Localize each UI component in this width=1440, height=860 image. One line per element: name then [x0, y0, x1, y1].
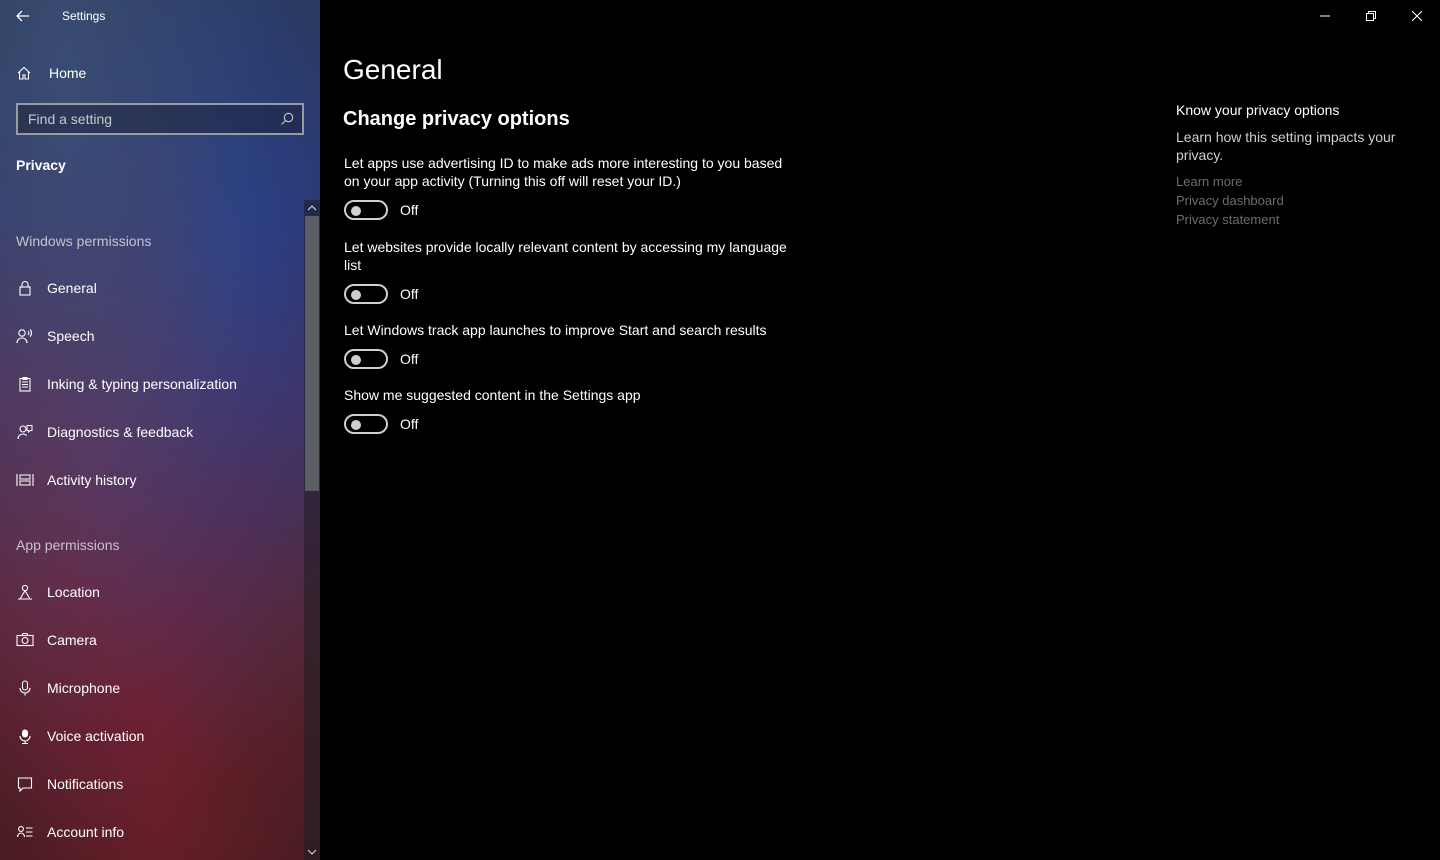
timeline-icon [16, 471, 34, 489]
account-info-icon [16, 823, 34, 841]
sidebar-item-speech[interactable]: Speech [0, 316, 304, 356]
sidebar-item-home[interactable]: Home [0, 56, 304, 90]
home-icon [17, 66, 31, 80]
setting-suggested-content: Show me suggested content in the Setting… [344, 386, 794, 434]
sidebar-item-camera[interactable]: Camera [0, 620, 304, 660]
setting-description: Let Windows track app launches to improv… [344, 322, 767, 338]
sidebar-item-diagnostics-feedback[interactable]: Diagnostics & feedback [0, 412, 304, 452]
sidebar-item-label: Voice activation [47, 728, 145, 744]
back-button[interactable] [0, 0, 46, 32]
learn-more-link[interactable]: Learn more [1176, 174, 1416, 190]
sidebar-item-label: Diagnostics & feedback [47, 424, 194, 440]
page-title: General [343, 54, 443, 85]
title-bar: Settings [0, 0, 320, 32]
aside-description: Learn how this setting impacts your priv… [1176, 129, 1396, 163]
app-title: Settings [62, 9, 106, 23]
sidebar-item-label: Microphone [47, 680, 121, 696]
aside-links: Learn more Privacy dashboard Privacy sta… [1176, 174, 1416, 228]
language-list-toggle[interactable] [344, 284, 388, 304]
sidebar-item-label: Activity history [47, 472, 137, 488]
section-title-privacy: Privacy [16, 157, 66, 173]
group-header-app-permissions: App permissions [16, 537, 120, 553]
chevron-up-icon [307, 205, 317, 211]
sidebar-item-activity-history[interactable]: Activity history [0, 460, 304, 500]
sidebar-item-label: Speech [47, 328, 95, 344]
home-label: Home [49, 65, 87, 81]
group-header-windows-permissions: Windows permissions [16, 233, 152, 249]
toggle-state-label: Off [400, 202, 419, 218]
minimize-button[interactable] [1302, 0, 1348, 32]
chevron-down-icon [307, 849, 317, 855]
sidebar-item-location[interactable]: Location [0, 572, 304, 612]
toggle-state-label: Off [400, 286, 419, 302]
notification-icon [16, 775, 34, 793]
toggle-knob [351, 420, 361, 430]
sidebar-item-inking-typing[interactable]: Inking & typing personalization [0, 364, 304, 404]
sidebar-item-general[interactable]: General [0, 268, 304, 308]
sidebar-scrollbar[interactable] [304, 200, 320, 860]
window-controls [1302, 0, 1440, 32]
search-icon[interactable] [280, 112, 294, 126]
scroll-thumb[interactable] [305, 216, 319, 491]
scroll-down-button[interactable] [304, 844, 320, 860]
section-subtitle: Change privacy options [343, 108, 570, 130]
lock-icon [16, 279, 34, 297]
sidebar-item-label: Account info [47, 824, 125, 840]
aside-title: Know your privacy options [1176, 102, 1340, 118]
toggle-knob [351, 206, 361, 216]
setting-track-app-launches: Let Windows track app launches to improv… [344, 321, 794, 369]
sidebar-item-label: Camera [47, 632, 97, 648]
camera-icon [16, 631, 34, 649]
advertising-id-toggle[interactable] [344, 200, 388, 220]
suggested-content-toggle[interactable] [344, 414, 388, 434]
voice-activation-icon [16, 727, 34, 745]
privacy-statement-link[interactable]: Privacy statement [1176, 212, 1416, 228]
setting-description: Let websites provide locally relevant co… [344, 239, 787, 273]
scroll-up-button[interactable] [304, 200, 320, 216]
close-icon [1412, 11, 1422, 21]
search-box[interactable] [16, 103, 304, 135]
sidebar: Settings Home Privacy Windows permission… [0, 0, 320, 860]
sidebar-item-label: Location [47, 584, 100, 600]
back-arrow-icon [16, 10, 29, 22]
track-app-launches-toggle[interactable] [344, 349, 388, 369]
setting-description: Show me suggested content in the Setting… [344, 387, 641, 403]
toggle-knob [351, 355, 361, 365]
toggle-knob [351, 290, 361, 300]
privacy-dashboard-link[interactable]: Privacy dashboard [1176, 193, 1416, 209]
close-button[interactable] [1394, 0, 1440, 32]
location-icon [16, 583, 34, 601]
minimize-icon [1320, 15, 1330, 17]
sidebar-item-label: Inking & typing personalization [47, 376, 237, 392]
search-input[interactable] [28, 111, 268, 127]
restore-icon [1366, 11, 1376, 21]
sidebar-item-notifications[interactable]: Notifications [0, 764, 304, 804]
speech-icon [16, 327, 34, 345]
setting-language-list: Let websites provide locally relevant co… [344, 238, 794, 304]
sidebar-item-voice-activation[interactable]: Voice activation [0, 716, 304, 756]
clipboard-icon [16, 375, 34, 393]
restore-button[interactable] [1348, 0, 1394, 32]
feedback-icon [16, 423, 34, 441]
setting-advertising-id: Let apps use advertising ID to make ads … [344, 154, 794, 220]
toggle-state-label: Off [400, 416, 419, 432]
microphone-icon [16, 679, 34, 697]
privacy-options-panel: Know your privacy options Learn how this… [1176, 102, 1416, 228]
toggle-state-label: Off [400, 351, 419, 367]
sidebar-item-label: Notifications [47, 776, 124, 792]
sidebar-item-label: General [47, 280, 97, 296]
sidebar-item-microphone[interactable]: Microphone [0, 668, 304, 708]
sidebar-item-account-info[interactable]: Account info [0, 812, 304, 852]
setting-description: Let apps use advertising ID to make ads … [344, 155, 783, 189]
